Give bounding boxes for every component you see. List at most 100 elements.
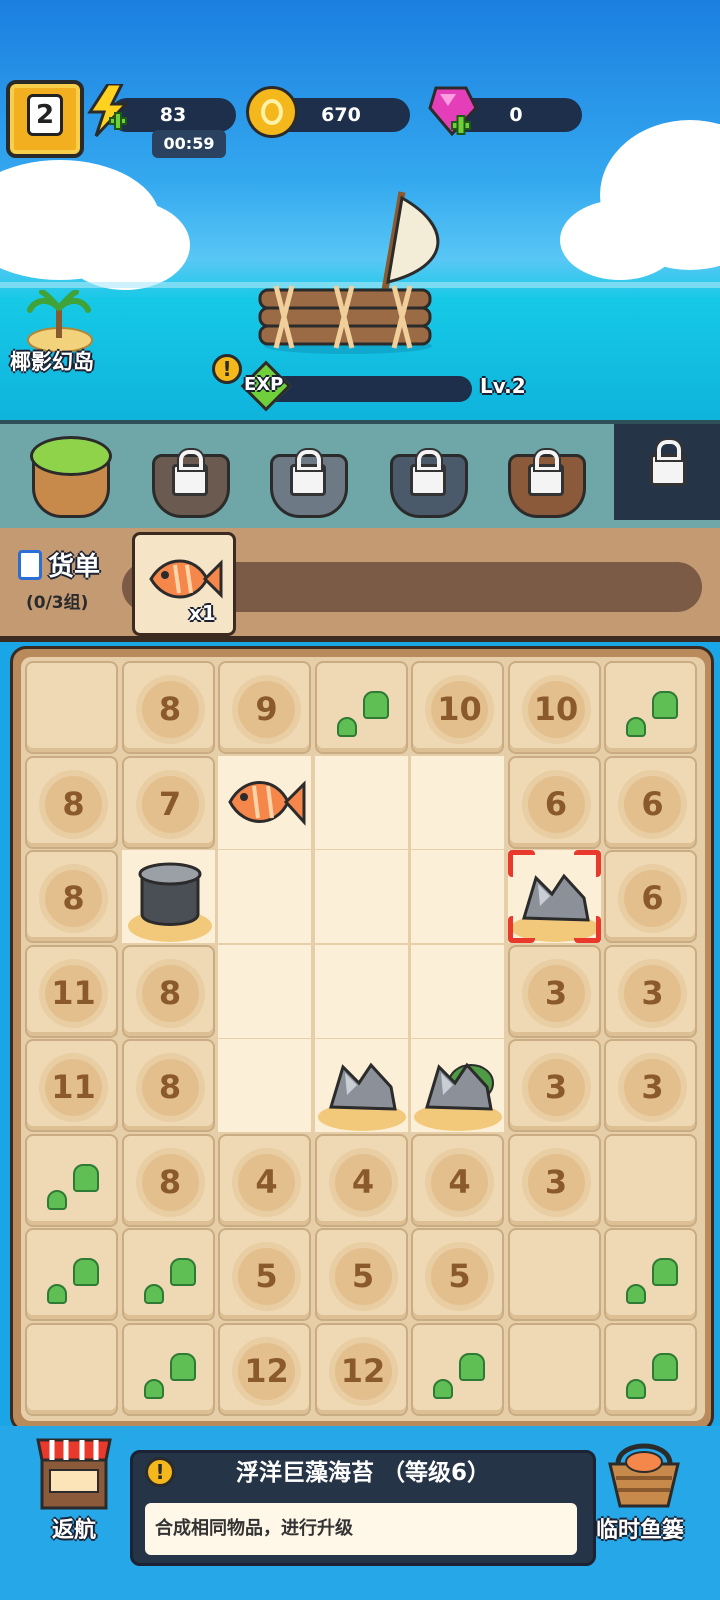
board-cell[interactable]: 3	[604, 944, 697, 1038]
board-cell[interactable]	[507, 1322, 601, 1416]
basket-label[interactable]: 临时鱼篓	[596, 1512, 684, 1544]
board-cell[interactable]	[121, 1228, 215, 1321]
board-cell[interactable]	[218, 850, 311, 943]
board-cell[interactable]: 11	[25, 944, 118, 1038]
tool-slot-coral-pot[interactable]	[496, 434, 592, 520]
board-cell[interactable]: 8	[25, 850, 118, 943]
board-cell[interactable]	[604, 661, 697, 754]
board-cell[interactable]	[314, 661, 408, 754]
board-cell[interactable]: 8	[25, 755, 118, 849]
board-item-fish[interactable]	[218, 755, 311, 849]
board-item-rock[interactable]	[314, 1039, 408, 1132]
board-cell[interactable]: 8	[121, 661, 215, 754]
board-item-rock-selected[interactable]	[507, 850, 601, 943]
board-cell[interactable]	[25, 1228, 118, 1321]
unlock-level-number: 12	[244, 1351, 289, 1390]
board-cell[interactable]	[507, 1228, 601, 1321]
fish-icon	[228, 779, 306, 826]
board-cell[interactable]	[25, 1322, 118, 1416]
board-cell[interactable]: 4	[218, 1133, 311, 1227]
board-cell[interactable]	[411, 944, 504, 1038]
board-cell[interactable]: 11	[25, 1039, 118, 1132]
lock-icon	[528, 450, 564, 496]
board-cell[interactable]: 5	[218, 1228, 311, 1321]
board-cell[interactable]: 3	[604, 1039, 697, 1132]
board-cell[interactable]: 6	[604, 755, 697, 849]
player-level: 2	[27, 94, 63, 136]
board-cell[interactable]	[121, 1322, 215, 1416]
item-info-panel: ! 浮洋巨藻海苔 （等级6） 合成相同物品，进行升级	[130, 1450, 596, 1566]
unlock-level-number: 11	[51, 973, 96, 1012]
board-cell[interactable]	[604, 1322, 697, 1416]
lock-icon	[650, 440, 686, 486]
bottom-bar: 返航 ! 浮洋巨藻海苔 （等级6） 合成相同物品，进行升级 临时鱼篓	[0, 1426, 720, 1600]
cooking-pot-icon	[127, 862, 212, 942]
board-cell[interactable]: 6	[507, 755, 601, 849]
alert-icon[interactable]: !	[212, 354, 242, 384]
board-cell[interactable]	[411, 1322, 504, 1416]
unlock-level-number: 4	[255, 1162, 278, 1201]
board-cell[interactable]: 9	[218, 661, 311, 754]
board-cell[interactable]	[25, 661, 118, 754]
board-cell[interactable]: 8	[121, 1133, 215, 1227]
cactus-icon	[169, 1352, 196, 1381]
merge-board-frame: 8 9 10 10 8 7 6 6 8 6 11 8 3 3 11 8 3 3 8 4 4 4 3 5 5 5 12 12	[10, 646, 714, 1432]
board-cell[interactable]	[411, 850, 504, 943]
board-cell[interactable]: 8	[121, 1039, 215, 1132]
unlock-level-number: 3	[641, 973, 664, 1012]
cactus-icon	[362, 691, 389, 719]
tool-slot-brown-bucket[interactable]	[140, 434, 236, 520]
board-cell[interactable]	[314, 850, 408, 943]
unlock-level-number: 3	[544, 1068, 568, 1106]
board-cell[interactable]	[314, 944, 408, 1038]
board-item-rock[interactable]	[411, 1039, 504, 1132]
board-cell[interactable]: 12	[218, 1322, 311, 1416]
board-cell[interactable]: 3	[507, 1133, 601, 1227]
island-icon[interactable]	[24, 289, 94, 353]
board-item-pot[interactable]	[121, 850, 215, 943]
shop-icon[interactable]	[36, 1432, 112, 1512]
coin-icon[interactable]	[246, 86, 298, 138]
board-cell[interactable]: 6	[604, 850, 697, 943]
tool-slot-green-pot[interactable]	[20, 434, 116, 520]
board-cell[interactable]	[314, 755, 408, 849]
clipboard-icon[interactable]	[18, 550, 42, 580]
board-cell[interactable]: 5	[411, 1228, 504, 1321]
board-cell[interactable]: 4	[411, 1133, 504, 1227]
board-cell[interactable]: 8	[121, 944, 215, 1038]
unlock-level-number: 6	[641, 784, 664, 823]
tool-slot-extra[interactable]	[614, 424, 720, 520]
board-cell[interactable]	[218, 944, 311, 1038]
unlock-level-number: 7	[158, 784, 182, 823]
gem-icon[interactable]	[426, 84, 480, 140]
tool-slot-stone-pot[interactable]	[378, 434, 474, 520]
board-cell[interactable]: 5	[314, 1228, 408, 1321]
board-cell[interactable]	[218, 1039, 311, 1132]
board-cell[interactable]: 10	[507, 661, 601, 754]
unlock-level-number: 6	[544, 784, 568, 823]
energy-icon[interactable]	[86, 82, 132, 138]
return-label[interactable]: 返航	[52, 1512, 96, 1544]
sprout-icon	[626, 1378, 646, 1399]
board-cell[interactable]: 10	[411, 661, 504, 754]
tool-slot-brown-bucket-2[interactable]	[258, 434, 354, 520]
lock-icon	[172, 450, 208, 496]
basket-icon[interactable]	[604, 1434, 684, 1510]
board-cell[interactable]	[25, 1133, 118, 1227]
board-cell[interactable]: 3	[507, 944, 601, 1038]
board-cell[interactable]: 4	[314, 1133, 408, 1227]
board-cell[interactable]	[411, 755, 504, 849]
cactus-icon	[73, 1258, 99, 1286]
board-cell[interactable]	[604, 1228, 697, 1321]
island-name[interactable]: 椰影幻岛	[10, 346, 94, 376]
order-title[interactable]: 货单	[48, 546, 100, 583]
raft[interactable]	[252, 186, 462, 356]
order-item[interactable]: x1	[132, 532, 236, 636]
board-cell[interactable]: 7	[121, 755, 215, 849]
player-level-badge[interactable]: 2	[6, 80, 84, 158]
board-cell[interactable]: 12	[314, 1322, 408, 1416]
board-cell[interactable]	[604, 1133, 697, 1227]
board-cell[interactable]: 3	[507, 1039, 601, 1132]
item-title: 浮洋巨藻海苔 （等级6）	[235, 1460, 490, 1486]
sprout-icon	[143, 1284, 164, 1304]
